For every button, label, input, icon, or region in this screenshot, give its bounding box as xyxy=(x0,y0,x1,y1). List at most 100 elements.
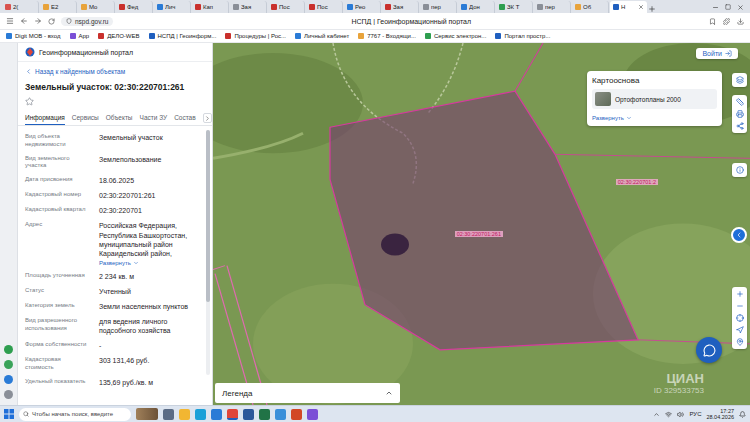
new-tab-icon[interactable] xyxy=(648,5,656,13)
field-row: Вид объекта недвижимостиЗемельный участо… xyxy=(18,130,206,152)
browser-tab[interactable]: Зая xyxy=(230,1,267,13)
parcel-polygon[interactable] xyxy=(330,91,638,350)
browser-tab[interactable]: Фед xyxy=(116,1,153,13)
scrollbar-thumb[interactable] xyxy=(206,130,210,302)
taskbar-app-icon[interactable] xyxy=(179,409,190,420)
bookmark-favicon-icon xyxy=(425,33,431,39)
object-tab[interactable]: Сервисы xyxy=(72,111,99,125)
minimize-icon[interactable] xyxy=(712,4,719,11)
taskbar-app-icon[interactable] xyxy=(195,409,206,420)
close-tab-icon[interactable] xyxy=(638,4,644,10)
field-value: 02:30:220701:261 xyxy=(99,191,199,200)
browser-tab[interactable]: Зая xyxy=(382,1,419,13)
locate-icon[interactable] xyxy=(736,314,744,322)
download-icon[interactable] xyxy=(737,18,744,25)
object-tab[interactable]: Состав xyxy=(174,111,196,125)
bookmark-item[interactable]: ДЕЛО-WEB xyxy=(98,33,139,39)
browser-tab[interactable]: Е2 xyxy=(40,1,77,13)
browser-tab[interactable]: Дон xyxy=(458,1,495,13)
windows-start-icon[interactable] xyxy=(4,409,14,419)
sidebar-app-icon[interactable] xyxy=(4,345,13,354)
address-field[interactable]: nspd.gov.ru xyxy=(61,17,113,26)
sidebar-app-icon[interactable] xyxy=(4,360,13,369)
clock[interactable]: 17:2728.04.2026 xyxy=(706,408,734,420)
bookmark-item[interactable]: Процедуры | Рос... xyxy=(225,33,286,39)
favorite-star-icon[interactable] xyxy=(25,97,34,106)
browser-tab[interactable]: Мо xyxy=(78,1,115,13)
browser-tab[interactable]: 2( xyxy=(2,1,39,13)
basemap-layer[interactable]: Ортофотопланы 2000 xyxy=(592,89,717,109)
extensions-icon[interactable] xyxy=(723,18,730,25)
compass-icon[interactable] xyxy=(736,326,744,334)
notifications-icon[interactable] xyxy=(739,411,746,418)
close-window-icon[interactable] xyxy=(737,4,744,11)
taskbar-app-icon[interactable] xyxy=(163,409,174,420)
taskbar-app-icon[interactable] xyxy=(307,409,318,420)
taskbar-app-icon[interactable] xyxy=(275,409,286,420)
volume-icon[interactable] xyxy=(677,411,684,418)
sidebar-app-icon[interactable] xyxy=(4,390,13,399)
taskbar-app-icon[interactable] xyxy=(227,409,238,420)
zoom-in-icon[interactable] xyxy=(736,290,744,298)
browser-tab[interactable]: Об xyxy=(572,1,609,13)
scrollbar[interactable] xyxy=(206,130,210,375)
login-button[interactable]: Войти xyxy=(696,48,738,59)
object-tab[interactable]: Объекты xyxy=(106,111,133,125)
taskbar-app-icon[interactable] xyxy=(259,409,270,420)
browser-tab[interactable]: Лич xyxy=(154,1,191,13)
menu-icon[interactable] xyxy=(6,17,14,25)
browser-tab[interactable]: пер xyxy=(534,1,571,13)
taskbar-app-icon[interactable] xyxy=(211,409,222,420)
info-icon[interactable] xyxy=(736,166,744,174)
browser-tab[interactable]: ЗК Т xyxy=(496,1,533,13)
bookmark-item[interactable]: App xyxy=(70,33,90,39)
bookmark-item[interactable]: Портал простр... xyxy=(495,33,550,39)
layers-icon[interactable] xyxy=(736,76,744,84)
tabs-more-button[interactable] xyxy=(203,113,212,123)
bookmark-item[interactable]: Личный кабинет xyxy=(295,33,349,39)
language-indicator[interactable]: РУС xyxy=(689,411,701,417)
printer-icon[interactable] xyxy=(736,110,744,118)
ruler-icon[interactable] xyxy=(736,98,744,106)
browser-tab[interactable]: Н xyxy=(610,1,647,13)
tab-favicon-icon xyxy=(119,4,125,10)
browser-tab[interactable]: пер xyxy=(420,1,457,13)
browser-tab[interactable]: Пос xyxy=(306,1,343,13)
chat-button[interactable] xyxy=(696,337,722,363)
expand-link[interactable]: Развернуть xyxy=(99,260,199,266)
bookmark-item[interactable]: Digit МОВ - вход xyxy=(6,33,61,39)
network-icon[interactable] xyxy=(665,411,672,418)
browser-tab[interactable]: Пос xyxy=(268,1,305,13)
back-link[interactable]: Назад к найденным объектам xyxy=(18,62,212,78)
browser-tab[interactable]: Кап xyxy=(192,1,229,13)
zoom-out-icon[interactable] xyxy=(736,302,744,310)
taskbar-app-icon[interactable] xyxy=(291,409,302,420)
object-tab[interactable]: Информация xyxy=(25,111,65,125)
back-arrow-icon[interactable] xyxy=(20,17,28,25)
object-tab[interactable]: Части ЗУ xyxy=(140,111,168,125)
share-icon[interactable] xyxy=(736,122,744,130)
bookmark-item[interactable]: Сервис электрон... xyxy=(425,33,486,39)
maximize-icon[interactable] xyxy=(725,4,731,10)
basemap-expand-link[interactable]: Развернуть xyxy=(592,115,717,121)
widget-picture[interactable] xyxy=(136,408,158,420)
legend-bar[interactable]: Легенда xyxy=(215,383,400,403)
forward-arrow-icon[interactable] xyxy=(34,17,42,25)
bookmark-item[interactable]: 7767 - Входящи... xyxy=(358,33,416,39)
sidebar-app-icon[interactable] xyxy=(4,375,13,384)
bookmark-favicon-icon xyxy=(98,33,104,39)
pin-icon[interactable] xyxy=(736,338,744,346)
map[interactable]: 02:30:220701:26102:30:220701:2ВойтиКарто… xyxy=(213,43,750,405)
bookmark-icon[interactable] xyxy=(709,18,716,25)
tab-favicon-icon xyxy=(575,4,581,10)
reload-icon[interactable] xyxy=(48,18,55,25)
panel-toggle-button[interactable] xyxy=(731,227,747,243)
browser-tab[interactable]: Рео xyxy=(344,1,381,13)
tray-expand-icon[interactable] xyxy=(653,411,660,418)
fields-area: Вид объекта недвижимостиЗемельный участо… xyxy=(18,126,212,405)
parcel-label[interactable]: 02:30:220701:2 xyxy=(616,179,658,185)
parcel-label[interactable]: 02:30:220701:261 xyxy=(455,231,503,237)
taskbar-app-icon[interactable] xyxy=(243,409,254,420)
taskbar-search[interactable]: Чтобы начать поиск, введите xyxy=(19,408,131,421)
bookmark-item[interactable]: НСПД | Геоинформ... xyxy=(149,33,217,39)
